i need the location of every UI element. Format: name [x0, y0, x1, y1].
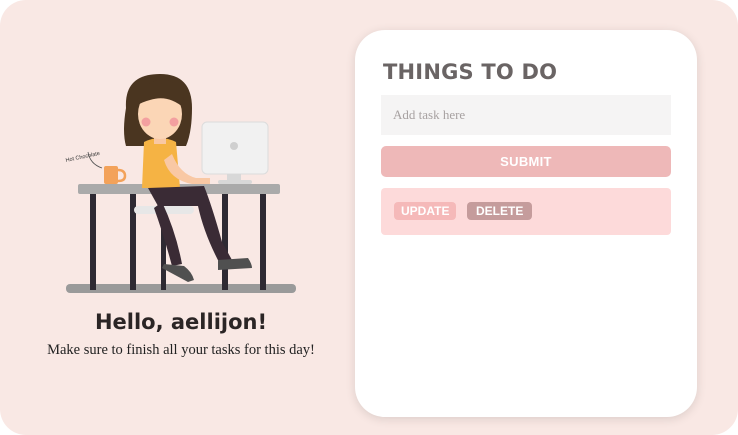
add-task-input[interactable] — [381, 95, 671, 135]
illustration-woman-at-desk: Hot Chocolate — [50, 60, 310, 305]
desk-leg — [90, 194, 96, 290]
desk-leg — [260, 194, 266, 290]
mug-label: Hot Chocolate — [65, 151, 100, 164]
desk-illustration-svg: Hot Chocolate — [65, 74, 296, 293]
shoe — [218, 258, 252, 270]
greeting-subtitle: Make sure to finish all your tasks for t… — [47, 342, 315, 358]
delete-button[interactable]: DELETE — [467, 202, 533, 220]
update-button[interactable]: UPDATE — [394, 202, 457, 220]
submit-button[interactable]: SUBMIT — [381, 146, 671, 177]
shoe — [162, 264, 194, 282]
task-item: UPDATE DELETE — [381, 188, 671, 235]
desk-leg — [222, 194, 228, 290]
mug-icon — [104, 166, 118, 184]
greeting-title: Hello, aellijon! — [94, 310, 268, 334]
todo-card: THINGS TO DO SUBMIT UPDATE DELETE — [355, 30, 697, 417]
app-background: Hot Chocolate Hello, aellijon! Make sure… — [0, 0, 738, 435]
apple-logo-icon — [230, 142, 238, 150]
todo-title: THINGS TO DO — [383, 60, 558, 84]
